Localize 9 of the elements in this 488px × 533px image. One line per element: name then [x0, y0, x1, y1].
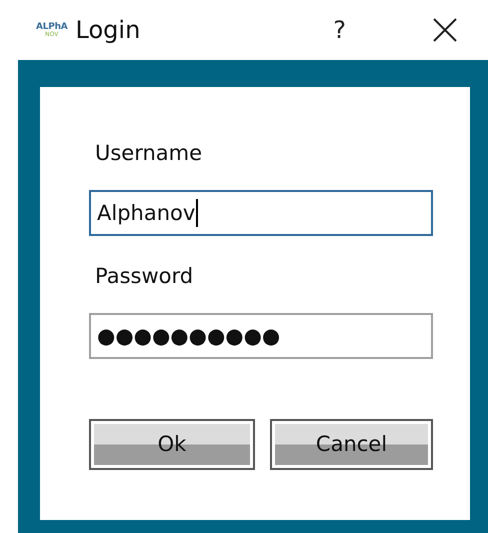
window-title: Login — [76, 15, 140, 46]
input-field[interactable]: Alphanov — [89, 190, 433, 236]
password-label: Password — [95, 266, 194, 287]
cancel-button[interactable]: Cancel — [270, 419, 433, 470]
help-button[interactable]: ? — [333, 12, 346, 48]
close-icon[interactable] — [432, 17, 458, 43]
ok-button[interactable]: Ok — [89, 419, 255, 470]
username-label: Username — [95, 143, 204, 164]
input-field[interactable]: ●●●●●●●●●● — [89, 313, 433, 359]
